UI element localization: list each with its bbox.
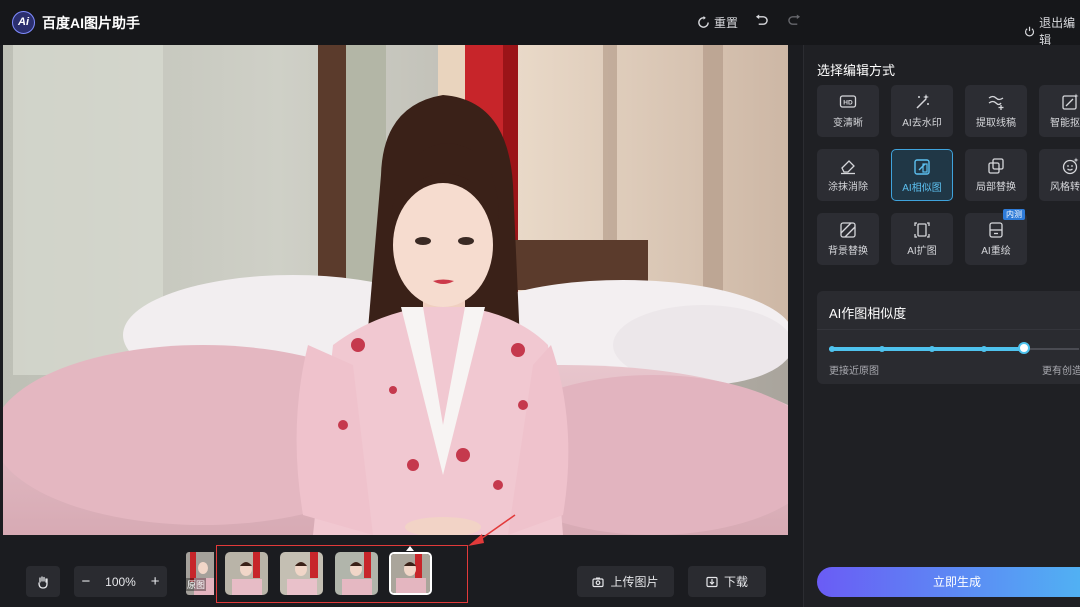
mode-label: 局部替换 bbox=[976, 182, 1016, 193]
reset-label: 重置 bbox=[714, 16, 739, 30]
mode-label: 智能抠图 bbox=[1050, 118, 1080, 129]
undo-button[interactable] bbox=[755, 14, 768, 27]
top-bar: Ai 百度AI图片助手 重置 退出编辑 bbox=[0, 0, 1080, 48]
similarity-left-label: 更接近原图 bbox=[829, 366, 879, 377]
mode-label: AI重绘 bbox=[981, 246, 1011, 257]
mode-enhance-button[interactable]: HD 变清晰 bbox=[817, 85, 879, 137]
zoom-control: − 100% + bbox=[74, 566, 167, 597]
mode-label: AI扩图 bbox=[907, 246, 937, 257]
exit-edit-label: 退出编辑 bbox=[1039, 16, 1076, 47]
mode-redraw-button[interactable]: AI重绘 内测 bbox=[965, 209, 1027, 265]
mode-label: 提取线稿 bbox=[976, 118, 1016, 129]
beta-badge: 内测 bbox=[1003, 209, 1025, 220]
mode-label: AI去水印 bbox=[902, 118, 942, 129]
edited-photo bbox=[3, 45, 788, 535]
similarity-card: AI作图相似度 更接近原图 更有创造力 bbox=[817, 291, 1080, 384]
slider-step-dot[interactable] bbox=[829, 346, 835, 352]
eraser-icon bbox=[841, 160, 855, 175]
similarity-right-label: 更有创造力 bbox=[1042, 366, 1080, 377]
download-label: 下载 bbox=[723, 575, 748, 589]
zoom-out-button[interactable]: − bbox=[81, 573, 90, 590]
reset-icon bbox=[698, 16, 709, 28]
mode-remove-watermark-button[interactable]: AI去水印 bbox=[891, 85, 953, 137]
background-replace-icon bbox=[840, 222, 856, 238]
magic-wand-icon bbox=[916, 94, 929, 109]
similarity-slider[interactable] bbox=[829, 342, 1079, 356]
thumbnail-original[interactable]: 原图 bbox=[186, 552, 214, 595]
mode-label: AI相似图 bbox=[902, 183, 942, 194]
download-icon bbox=[706, 576, 718, 587]
slider-step-dot[interactable] bbox=[981, 346, 987, 352]
smart-cutout-icon bbox=[1062, 93, 1079, 110]
generate-now-button[interactable]: 立即生成 bbox=[817, 567, 1080, 597]
edit-panel: 选择编辑方式 HD 变清晰 AI去水印 提取线稿 智能抠图 涂抹消除 AI相似图… bbox=[803, 45, 1080, 607]
panel-title: 选择编辑方式 bbox=[817, 63, 896, 78]
mode-similar-image-button[interactable]: AI相似图 bbox=[891, 149, 953, 201]
line-draft-icon bbox=[988, 95, 1004, 110]
camera-icon bbox=[592, 577, 605, 587]
mode-background-replace-button[interactable]: 背景替换 bbox=[817, 213, 879, 265]
image-canvas[interactable] bbox=[0, 45, 803, 535]
download-button[interactable]: 下载 bbox=[688, 566, 766, 597]
mode-label: 背景替换 bbox=[828, 246, 868, 257]
annotation-box bbox=[216, 545, 468, 603]
mode-erase-button[interactable]: 涂抹消除 bbox=[817, 149, 879, 201]
redraw-icon bbox=[989, 222, 1003, 238]
mode-label: 涂抹消除 bbox=[828, 182, 868, 193]
slider-handle[interactable] bbox=[1018, 342, 1030, 354]
similarity-title: AI作图相似度 bbox=[829, 306, 907, 321]
hd-icon: HD bbox=[839, 95, 857, 108]
thumbnail-original-label: 原图 bbox=[186, 578, 207, 591]
app-logo: Ai bbox=[12, 11, 35, 34]
svg-text:HD: HD bbox=[843, 100, 853, 107]
undo-icon bbox=[755, 14, 768, 25]
mode-smart-cutout-button[interactable]: 智能抠图 bbox=[1039, 85, 1080, 137]
upload-image-button[interactable]: 上传图片 bbox=[577, 566, 674, 597]
app-title: 百度AI图片助手 bbox=[42, 15, 140, 31]
mode-style-transfer-button[interactable]: 风格转换 bbox=[1039, 149, 1080, 201]
expand-image-icon bbox=[914, 222, 930, 238]
similar-image-icon bbox=[914, 159, 930, 175]
zoom-in-button[interactable]: + bbox=[151, 573, 160, 590]
reset-button[interactable]: 重置 bbox=[697, 14, 738, 31]
mode-expand-image-button[interactable]: AI扩图 bbox=[891, 213, 953, 265]
exit-edit-button[interactable]: 退出编辑 bbox=[1024, 14, 1080, 48]
mode-label: 变清晰 bbox=[833, 118, 863, 129]
zoom-level: 100% bbox=[105, 574, 136, 589]
mode-line-draft-button[interactable]: 提取线稿 bbox=[965, 85, 1027, 137]
hand-icon bbox=[38, 575, 48, 589]
redo-icon bbox=[788, 14, 801, 25]
mode-partial-replace-button[interactable]: 局部替换 bbox=[965, 149, 1027, 201]
slider-step-dot[interactable] bbox=[879, 346, 885, 352]
mode-label: 风格转换 bbox=[1050, 182, 1080, 193]
style-transfer-icon bbox=[1062, 157, 1079, 175]
upload-image-label: 上传图片 bbox=[610, 575, 659, 589]
pan-hand-button[interactable] bbox=[26, 566, 60, 597]
power-icon bbox=[1025, 26, 1035, 36]
slider-step-dot[interactable] bbox=[929, 346, 935, 352]
partial-replace-icon bbox=[988, 158, 1004, 174]
divider bbox=[817, 329, 1080, 330]
slider-fill bbox=[829, 347, 1024, 351]
redo-button[interactable] bbox=[788, 14, 801, 27]
